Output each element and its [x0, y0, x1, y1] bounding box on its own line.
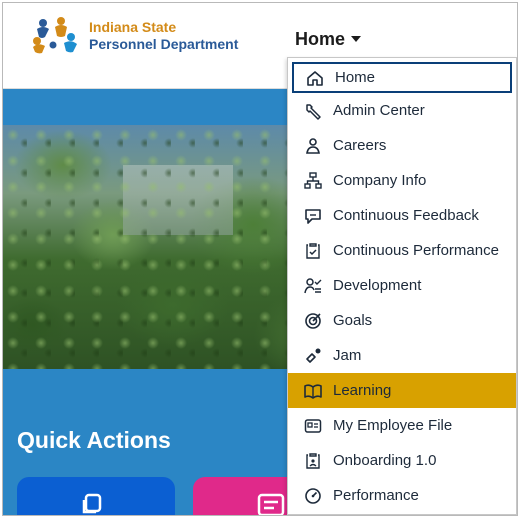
menu-item-label: Admin Center [333, 102, 425, 119]
org-name-line1: Indiana State [89, 19, 177, 35]
menu-item-goals[interactable]: Goals [288, 303, 516, 338]
menu-item-label: Careers [333, 137, 387, 154]
menu-item-label: Development [333, 277, 422, 294]
target-icon [304, 312, 322, 330]
menu-item-label: Jam [333, 347, 362, 364]
menu-item-label: Continuous Performance [333, 242, 499, 259]
menu-item-company-info[interactable]: Company Info [288, 163, 516, 198]
book-icon [304, 382, 322, 400]
menu-item-development[interactable]: Development [288, 268, 516, 303]
menu-item-onboarding[interactable]: Onboarding 1.0 [288, 443, 516, 478]
menu-item-label: Company Info [333, 172, 427, 189]
clipboard-check-icon [304, 242, 322, 260]
quick-actions-title: Quick Actions [17, 427, 171, 453]
menu-item-label: My Employee File [333, 417, 453, 434]
menu-item-label: Goals [333, 312, 373, 329]
home-icon [306, 69, 324, 87]
menu-item-label: Onboarding 1.0 [333, 452, 437, 469]
wrench-icon [304, 102, 322, 120]
menu-item-my-employee-file[interactable]: My Employee File [288, 408, 516, 443]
state-logo [31, 15, 81, 55]
menu-item-learning[interactable]: Learning [288, 373, 516, 408]
org-chart-icon [304, 171, 322, 190]
menu-item-label: Learning [333, 382, 392, 399]
person-list-icon [304, 277, 322, 295]
menu-item-performance[interactable]: Performance [288, 478, 516, 513]
people-icon [304, 137, 322, 155]
form-icon [257, 493, 285, 515]
menu-item-label: Continuous Feedback [333, 207, 479, 224]
org-name-line2: Personnel Department [89, 36, 239, 52]
app-window: Indiana State Personnel Department Home … [2, 2, 518, 516]
menu-item-home[interactable]: Home [292, 62, 512, 93]
menu-item-careers[interactable]: Careers [288, 128, 516, 163]
feedback-icon [304, 207, 322, 225]
menu-item-continuous-performance[interactable]: Continuous Performance [288, 233, 516, 268]
menu-item-label: Performance [333, 487, 419, 504]
menu-item-continuous-feedback[interactable]: Continuous Feedback [288, 198, 516, 233]
documents-icon [81, 493, 103, 515]
menu-item-admin-center[interactable]: Admin Center [288, 93, 516, 128]
home-nav-dropdown: Home Admin Center Careers Company Info C [287, 57, 517, 515]
home-nav-menu-button[interactable]: Home [295, 25, 362, 53]
menu-item-jam[interactable]: Jam [288, 338, 516, 373]
gauge-icon [304, 487, 322, 505]
home-nav-label: Home [295, 28, 346, 49]
menu-item-label: Home [335, 69, 376, 86]
caret-down-icon [351, 36, 362, 42]
clipboard-icon [304, 452, 322, 470]
jam-icon [304, 347, 322, 365]
id-card-icon [304, 417, 322, 435]
